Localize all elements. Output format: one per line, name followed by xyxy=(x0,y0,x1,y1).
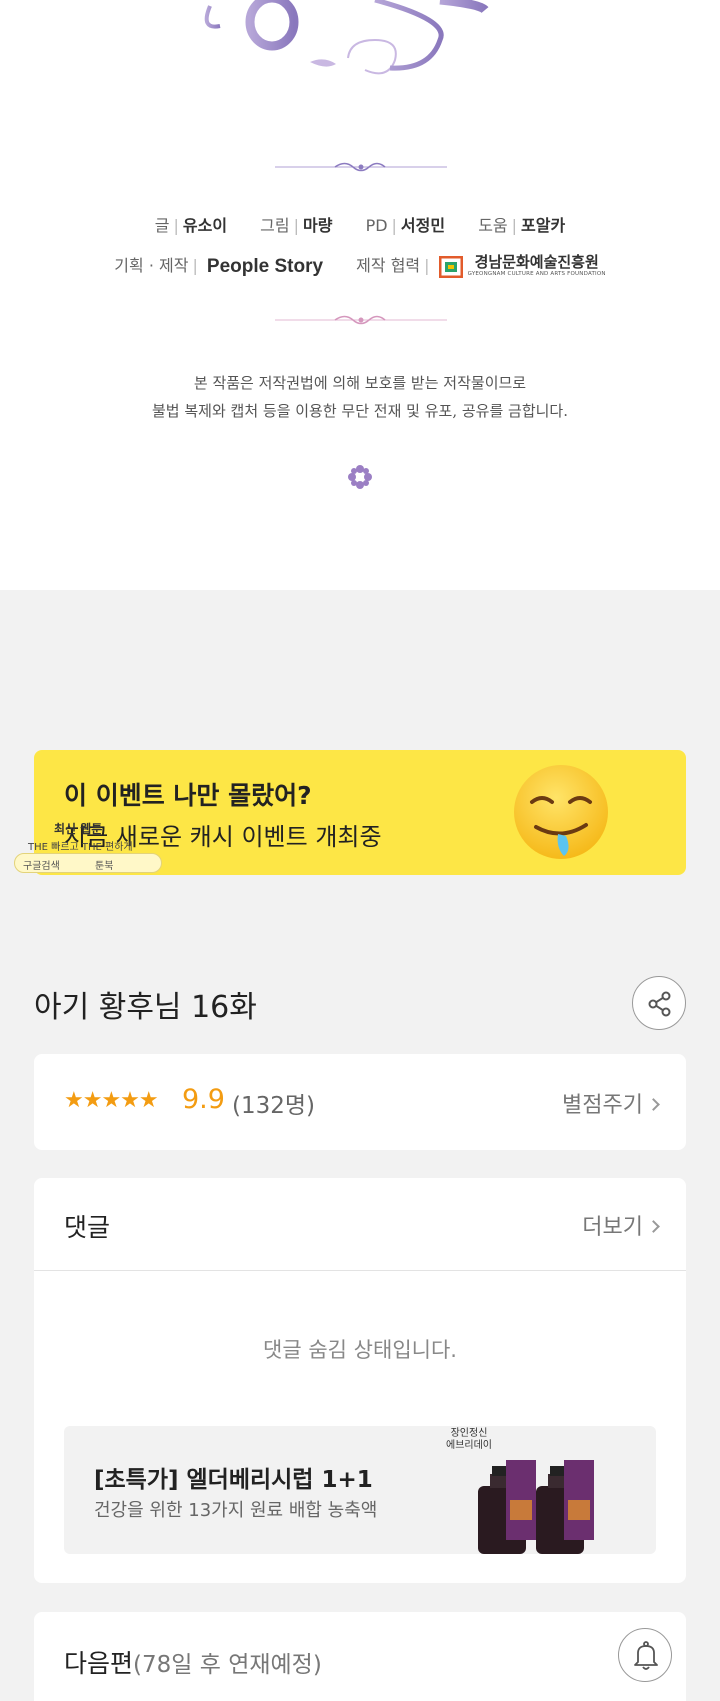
rating-stars: ★★★★★ xyxy=(64,1088,159,1113)
next-episode-note: (78일 후 연재예정) xyxy=(133,1652,322,1678)
chevron-right-icon xyxy=(647,1098,660,1111)
ad-subtitle: 건강을 위한 13가지 원료 배합 농축액 xyxy=(94,1500,378,1521)
chevron-right-icon xyxy=(647,1220,660,1233)
divider-ornament xyxy=(275,162,447,172)
next-episode-card: 다음편(78일 후 연재예정) xyxy=(34,1612,686,1701)
credit-writer: 글 | 유소이 xyxy=(154,216,228,235)
ad-banner[interactable]: [초특가] 엘더베리시럽 1+1 건강을 위한 13가지 원료 배합 농축액 장… xyxy=(64,1426,656,1554)
divider xyxy=(34,1270,686,1271)
episode-title: 아기 황후님 16화 xyxy=(34,990,257,1025)
rating-card: ★★★★★ 9.9 (132명) 별점주기 xyxy=(34,1054,686,1150)
credits-row-production: 기획 · 제작 | People Story 제작 협력 | 경남문화예술진흥원 G… xyxy=(0,252,720,278)
rate-button[interactable]: 별점주기 xyxy=(562,1087,660,1119)
foundation-mark-icon xyxy=(438,255,463,278)
title-logo-fragment xyxy=(204,0,489,75)
google-search-link[interactable]: 구글검색 xyxy=(23,857,60,872)
credit-artist: 그림 | 마량 xyxy=(260,216,333,235)
event-banner-title: 이 이벤트 나만 몰랐어? xyxy=(64,781,312,810)
comments-more-button[interactable]: 더보기 xyxy=(582,1209,660,1241)
flower-ornament-icon xyxy=(348,465,372,489)
drooling-face-emoji-icon xyxy=(514,765,608,859)
credits-row-staff: 글 | 유소이 그림 | 마량 PD | 서정민 도움 | 포알카 xyxy=(0,212,720,236)
rating-votes: (132명) xyxy=(232,1093,316,1119)
share-button[interactable] xyxy=(632,976,686,1030)
notify-bell-button[interactable] xyxy=(618,1628,672,1682)
toonbook-link[interactable]: 툰북 xyxy=(95,857,113,872)
share-icon xyxy=(648,991,671,1017)
comments-hidden-message: 댓글 숨김 상태입니다. xyxy=(263,1338,457,1362)
rating-score: 9.9 xyxy=(182,1084,225,1115)
next-episode-label: 다음편(78일 후 연재예정) xyxy=(64,1649,322,1678)
credits-panel: 글 | 유소이 그림 | 마량 PD | 서정민 도움 | 포알카 기획 · 제작 | Peopl… xyxy=(0,0,720,590)
widget-links: 구글검색 툰북 xyxy=(14,853,162,873)
copyright-notice: 본 작품은 저작권법에 의해 보호를 받는 저작물이므로 불법 복제와 캡처 등… xyxy=(151,374,569,420)
gyeongnam-foundation-logo: 경남문화예술진흥원 GYEONGNAM CULTURE AND ARTS FOU… xyxy=(438,255,606,278)
syrup-bottles-image xyxy=(478,1460,594,1554)
comments-card: 댓글 더보기 댓글 숨김 상태입니다. [초특가] 엘더베리시럽 1+1 건강을… xyxy=(34,1178,686,1583)
bell-icon xyxy=(634,1641,658,1670)
credit-assistant: 도움 | 포알카 xyxy=(478,216,566,235)
credit-partner: 제작 협력 | 경남문화예술진흥원 GYEONGNAM CULTURE AND A… xyxy=(356,253,606,278)
credit-producer: 기획 · 제작 | People Story xyxy=(114,255,324,277)
ad-brand: 장인정신 에브리데이 xyxy=(446,1428,492,1451)
people-story-logo: People Story xyxy=(206,255,324,277)
divider-ornament xyxy=(275,315,447,325)
ad-title: [초특가] 엘더베리시럽 1+1 xyxy=(94,1467,373,1493)
comments-title: 댓글 xyxy=(64,1213,111,1242)
quick-access-widget[interactable]: 최신 웹툰 THE 빠르고 THE 편하게 구글검색 툰북 xyxy=(14,820,162,873)
credit-pd: PD | 서정민 xyxy=(365,216,446,235)
